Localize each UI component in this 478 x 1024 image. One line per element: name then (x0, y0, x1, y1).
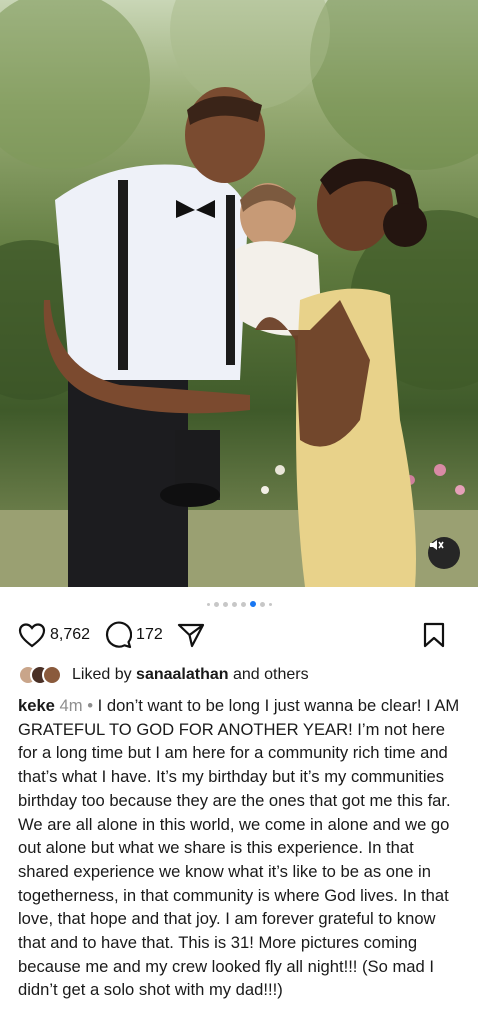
carousel-dot (231, 601, 237, 607)
post-time: 4m (59, 696, 83, 715)
mute-button[interactable] (428, 537, 460, 569)
post-photo[interactable] (0, 0, 478, 587)
comment-icon (106, 621, 133, 649)
carousel-indicator (0, 600, 478, 608)
liked-by-suffix: and others (232, 666, 309, 683)
carousel-dot (222, 601, 228, 607)
carousel-dot (240, 601, 246, 607)
carousel-dot-active (249, 601, 256, 607)
heart-icon (18, 623, 46, 648)
like-count: 8,762 (50, 626, 91, 643)
speaker-muted-icon (430, 540, 444, 550)
liked-avatars (18, 665, 62, 685)
liked-by-prefix: Liked by (72, 666, 132, 683)
carousel-dot (268, 602, 272, 606)
caption-username[interactable]: keke (18, 696, 55, 715)
caption-text: I don’t want to be long I just wanna be … (18, 696, 460, 1000)
carousel-dot (213, 601, 219, 607)
carousel-dot (259, 601, 265, 607)
post-caption: keke 4m • I don’t want to be long I just… (18, 694, 464, 1002)
carousel-dot (206, 602, 210, 606)
time-separator: • (87, 696, 94, 715)
avatar (42, 665, 62, 685)
bookmark-icon (423, 622, 445, 648)
liked-by-row[interactable]: Liked by sanaalathan and others (18, 661, 309, 689)
like-button[interactable]: 8,762 (18, 622, 90, 648)
save-button[interactable] (422, 622, 446, 648)
liked-by-user[interactable]: sanaalathan (136, 666, 228, 684)
comment-count: 172 (136, 626, 163, 643)
post-actions: 8,762 172 (18, 618, 460, 652)
share-button[interactable] (177, 622, 205, 648)
family-photo-illustration (0, 0, 478, 587)
send-icon (177, 623, 204, 648)
comment-button[interactable]: 172 (104, 621, 163, 649)
